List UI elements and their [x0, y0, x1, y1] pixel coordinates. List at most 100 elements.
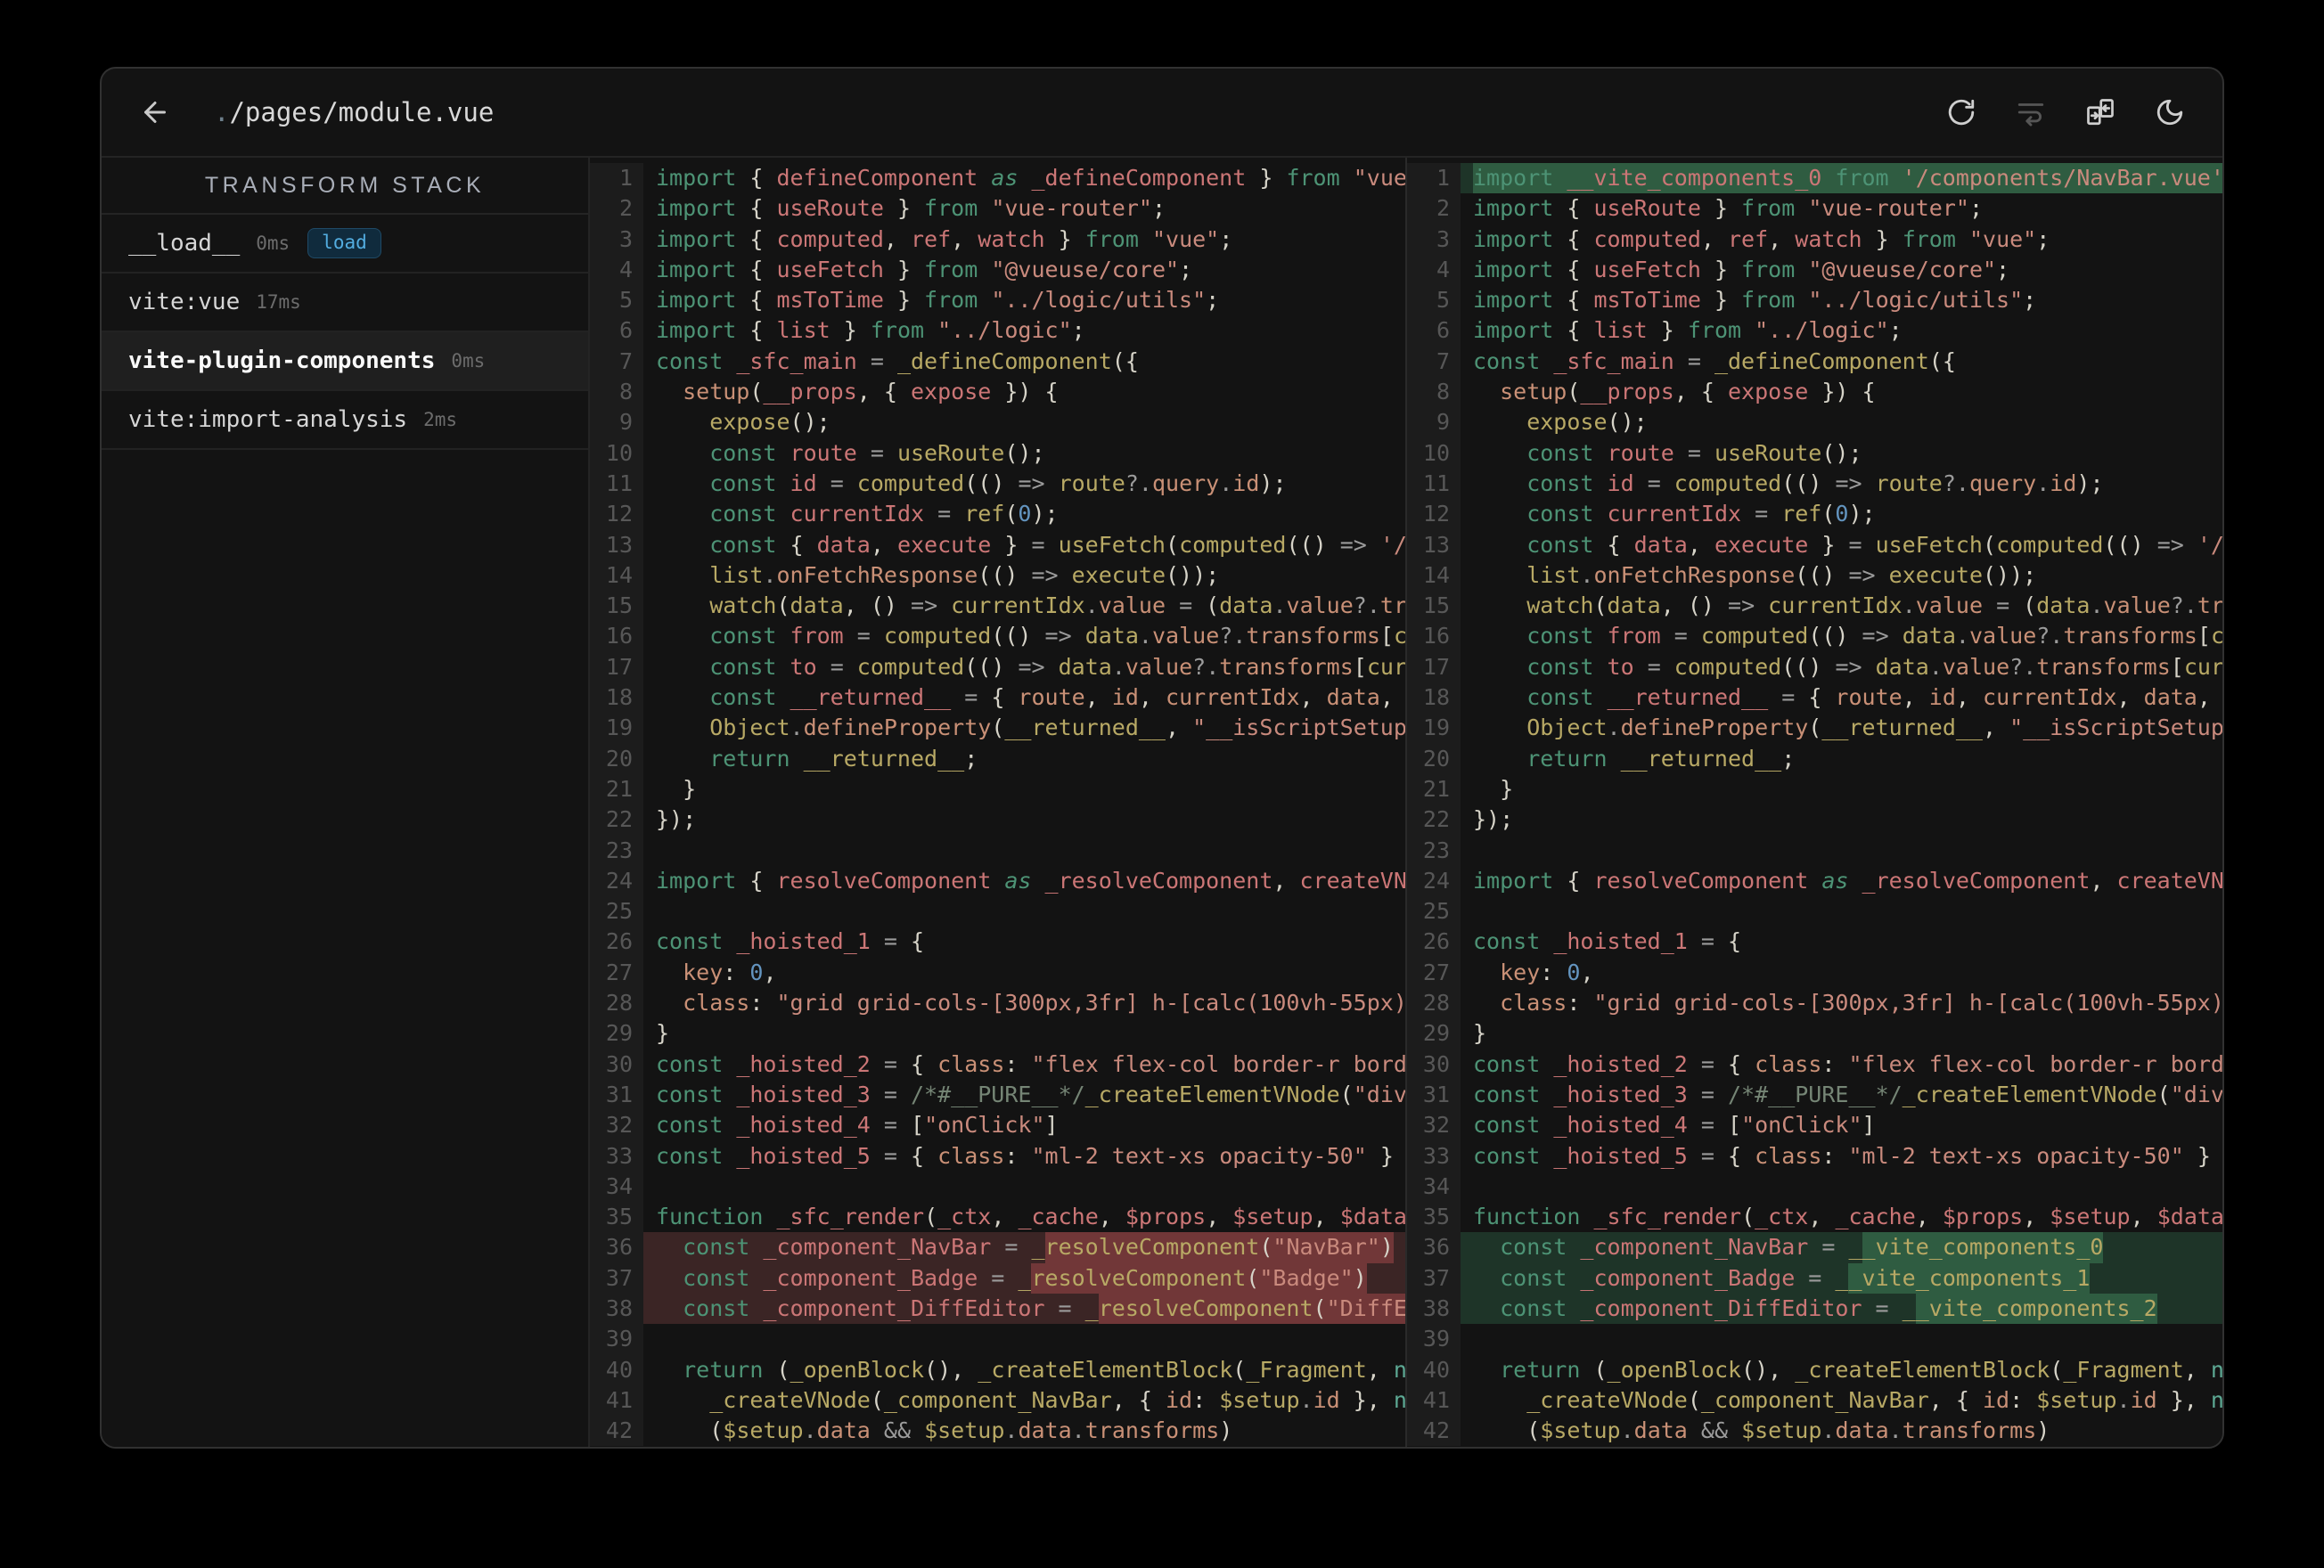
code-line: 33 const _hoisted_5 = { class: "ml-2 text…: [590, 1140, 1405, 1172]
code-text: setup(__props, { expose }) {: [1473, 379, 1876, 405]
code-line: 36 const _component_NavBar = __vite_comp…: [1407, 1232, 2222, 1263]
plugin-name: vite:vue: [128, 289, 241, 315]
code-text: const _hoisted_2 = { class: "flex flex-c…: [656, 1050, 1405, 1077]
code-text: watch(data, () => currentIdx.value = (da…: [1473, 592, 2222, 619]
code-text: }: [1473, 775, 1514, 802]
code-text: ($setup.data && $setup.data.transforms): [656, 1417, 1233, 1444]
transform-stack-item[interactable]: vite:vue 17ms: [102, 274, 588, 332]
line-number: 6: [1407, 315, 1461, 347]
code-text: import { resolveComponent as _resolveCom…: [656, 867, 1405, 894]
code-text: list.onFetchResponse(() => execute());: [1473, 561, 2037, 588]
line-number: 4: [590, 254, 643, 286]
line-wrap-button[interactable]: [2014, 95, 2048, 129]
dark-mode-button[interactable]: [2153, 95, 2187, 129]
back-button[interactable]: [137, 94, 173, 130]
code-line: 5 import { msToTime } from "../logic/util…: [590, 285, 1405, 316]
code-text: return __returned__;: [656, 745, 978, 772]
code-text: const _component_Badge = _resolveCompone…: [643, 1262, 1405, 1294]
code-text: const _hoisted_2 = { class: "flex flex-c…: [1473, 1050, 2222, 1077]
code-text: key: 0,: [1473, 959, 1594, 985]
code-text: import { computed, ref, watch } from "vu…: [1473, 225, 2050, 252]
plugin-time: 0ms: [451, 350, 486, 372]
code-text: import __vite_components_0 from '/compon…: [1461, 163, 2222, 194]
line-number: 32: [1407, 1110, 1461, 1141]
line-number: 11: [1407, 468, 1461, 500]
line-number: 16: [1407, 621, 1461, 652]
code-text: _createVNode(_component_NavBar, { id: $s…: [656, 1386, 1405, 1413]
line-number: 40: [590, 1354, 643, 1385]
line-number: 30: [1407, 1049, 1461, 1080]
code-line: 16 const from = computed(() => data.valu…: [1407, 621, 2222, 652]
line-number: 8: [590, 377, 643, 408]
line-number: 40: [1407, 1354, 1461, 1385]
side-by-side-diff-button[interactable]: [2083, 95, 2117, 129]
diff-editor: 1 import { defineComponent as _defineComp…: [590, 158, 2222, 1447]
code-line: 3 import { computed, ref, watch } from "v…: [1407, 224, 2222, 255]
title-path: /pages/module.vue: [229, 97, 495, 127]
line-number: 38: [1407, 1293, 1461, 1325]
diff-pane-before[interactable]: 1 import { defineComponent as _defineComp…: [590, 158, 1405, 1447]
line-number: 24: [1407, 865, 1461, 897]
code-line: 24 import { resolveComponent as _resolveC…: [1407, 865, 2222, 897]
line-wrap-icon: [2016, 97, 2046, 127]
refresh-button[interactable]: [1944, 95, 1978, 129]
line-number: 1: [1407, 163, 1461, 194]
line-number: 21: [1407, 773, 1461, 805]
code-line: 31 const _hoisted_3 = /*#__PURE__*/_creat…: [1407, 1079, 2222, 1111]
code-line: 10 const route = useRoute();: [1407, 437, 2222, 469]
code-line: 15 watch(data, () => currentIdx.value = …: [590, 591, 1405, 622]
code-line: 7 const _sfc_main = _defineComponent({: [1407, 346, 2222, 378]
line-number: 10: [1407, 437, 1461, 469]
code-text: const _hoisted_5 = { class: "ml-2 text-x…: [1473, 1142, 2211, 1169]
line-number: 9: [1407, 407, 1461, 438]
diff-pane-after[interactable]: 1 import __vite_components_0 from '/compo…: [1407, 158, 2222, 1447]
code-text: const from = computed(() => data.value?.…: [656, 623, 1405, 649]
title-dot: .: [214, 97, 230, 127]
code-line: 35 function _sfc_render(_ctx, _cache, $pr…: [1407, 1202, 2222, 1233]
line-number: 30: [590, 1049, 643, 1080]
line-number: 29: [1407, 1018, 1461, 1049]
code-line: 6 import { list } from "../logic";: [1407, 315, 2222, 347]
code-text: const id = computed(() => route?.query.i…: [656, 470, 1287, 496]
code-line: 30 const _hoisted_2 = { class: "flex flex…: [1407, 1049, 2222, 1080]
line-number: 36: [1407, 1232, 1461, 1263]
line-number: 14: [590, 559, 643, 592]
code-text: const _hoisted_5 = { class: "ml-2 text-x…: [656, 1142, 1394, 1169]
code-line: 21 }: [590, 773, 1405, 805]
code-line: 4 import { useFetch } from "@vueuse/core"…: [1407, 254, 2222, 286]
transform-stack-item[interactable]: vite-plugin-components 0ms: [102, 332, 588, 391]
code-text: const currentIdx = ref(0);: [1473, 501, 1876, 527]
code-text: const _component_DiffEditor = _resolveCo…: [643, 1293, 1405, 1325]
code-text: const _hoisted_4 = ["onClick"]: [656, 1112, 1059, 1139]
code-text: key: 0,: [656, 959, 777, 985]
line-number: 2: [590, 193, 643, 225]
code-line: 26 const _hoisted_1 = {: [590, 927, 1405, 958]
line-number: 12: [1407, 499, 1461, 530]
dark-mode-moon-icon: [2155, 97, 2185, 127]
code-line: 23: [590, 835, 1405, 866]
code-text: return __returned__;: [1473, 745, 1796, 772]
code-line: 14 list.onFetchResponse(() => execute())…: [590, 559, 1405, 592]
code-line: 40 return (_openBlock(), _createElementB…: [590, 1354, 1405, 1385]
line-number: 13: [1407, 529, 1461, 560]
plugin-time: 17ms: [256, 291, 301, 313]
code-line: 29}: [1407, 1018, 2222, 1049]
code-line: 14 list.onFetchResponse(() => execute())…: [1407, 559, 2222, 592]
code-line: 18 const __returned__ = { route, id, cur…: [590, 682, 1405, 714]
line-number: 39: [1407, 1324, 1461, 1355]
code-text: function _sfc_render(_ctx, _cache, $prop…: [1473, 1204, 2222, 1230]
code-line: 10 const route = useRoute();: [590, 437, 1405, 469]
code-text: return (_openBlock(), _createElementBloc…: [656, 1356, 1405, 1383]
code-line: 25: [1407, 896, 2222, 927]
line-number: 22: [590, 804, 643, 836]
code-text: const id = computed(() => route?.query.i…: [1473, 470, 2104, 496]
line-number: 41: [590, 1384, 643, 1417]
plugin-name: __load__: [128, 230, 241, 257]
code-text: const { data, execute } = useFetch(compu…: [656, 531, 1405, 558]
transform-stack-item[interactable]: __load__ 0ms load: [102, 215, 588, 274]
plugin-time: 2ms: [423, 409, 458, 430]
line-number: 20: [1407, 743, 1461, 774]
code-text: import { msToTime } from "../logic/utils…: [656, 287, 1220, 314]
transform-stack-item[interactable]: vite:import-analysis 2ms: [102, 391, 588, 450]
